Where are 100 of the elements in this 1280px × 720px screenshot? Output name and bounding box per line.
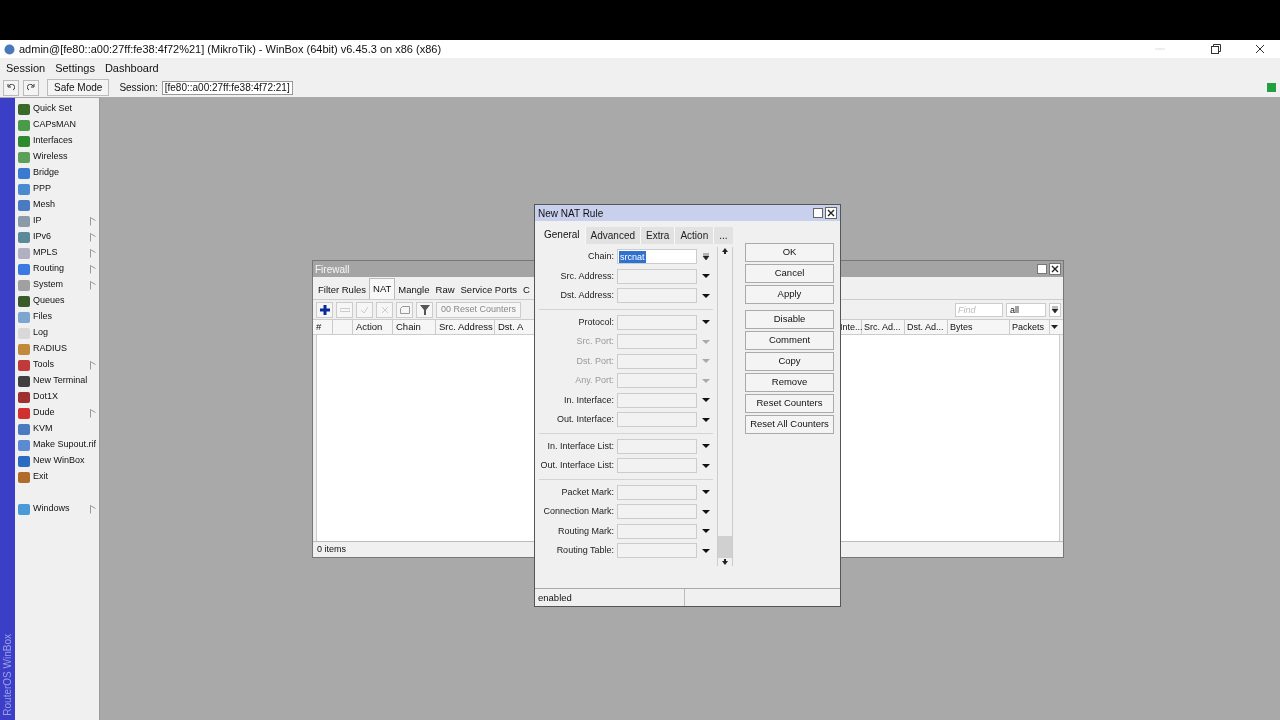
- maximize-icon[interactable]: [1210, 43, 1222, 55]
- undo-button[interactable]: [3, 79, 19, 96]
- sidebar-item[interactable]: New WinBox: [15, 453, 99, 469]
- scrollbar[interactable]: [717, 247, 733, 566]
- filter-field[interactable]: all: [1006, 302, 1046, 317]
- app-icon: [4, 43, 15, 55]
- tab[interactable]: ...: [713, 227, 733, 244]
- check-icon: [360, 305, 369, 314]
- input-field[interactable]: [617, 438, 697, 454]
- dialog-button[interactable]: Copy: [745, 352, 834, 371]
- dialog-button[interactable]: Cancel: [745, 264, 834, 283]
- sidebar-item[interactable]: Files: [15, 309, 99, 325]
- dialog-button[interactable]: Disable: [745, 310, 834, 329]
- dialog-button[interactable]: Comment: [745, 331, 834, 350]
- input-field[interactable]: [617, 543, 697, 559]
- sidebar-item[interactable]: RADIUS: [15, 341, 99, 357]
- sidebar-item[interactable]: IPv6: [15, 229, 99, 245]
- sidebar-item[interactable]: System: [15, 277, 99, 293]
- input-field[interactable]: [617, 353, 697, 369]
- add-button[interactable]: [316, 301, 333, 318]
- sidebar-item[interactable]: Dude: [15, 405, 99, 421]
- sidebar-item[interactable]: Wireless: [15, 149, 99, 165]
- sidebar-item[interactable]: IP: [15, 213, 99, 229]
- input-field[interactable]: [617, 288, 697, 304]
- column-header[interactable]: Src. Ad...: [862, 320, 905, 334]
- undo-icon: [7, 83, 15, 92]
- column-header[interactable]: Bytes: [948, 320, 1010, 334]
- dialog-button[interactable]: Apply: [745, 285, 834, 304]
- input-field[interactable]: [617, 484, 697, 500]
- redo-button[interactable]: [23, 79, 39, 96]
- minus-icon: [339, 307, 350, 312]
- sidebar-item[interactable]: Routing: [15, 261, 99, 277]
- column-header[interactable]: Dst. Ad...: [905, 320, 948, 334]
- reset-counters-button[interactable]: 00 Reset Counters: [436, 301, 522, 318]
- tab[interactable]: Action: [674, 227, 714, 244]
- tab[interactable]: NAT: [369, 278, 396, 299]
- input-field[interactable]: [617, 523, 697, 539]
- field-label: Dst. Address:: [559, 289, 615, 302]
- input-field[interactable]: [617, 504, 697, 520]
- dialog-button[interactable]: Remove: [745, 373, 834, 392]
- input-field[interactable]: srcnat: [617, 249, 697, 265]
- sidebar-item[interactable]: MPLS: [15, 245, 99, 261]
- dropdown-icon[interactable]: [701, 251, 711, 262]
- sidebar-item[interactable]: Windows: [15, 501, 99, 517]
- tab[interactable]: C: [520, 281, 533, 299]
- find-field[interactable]: Find: [955, 302, 1003, 317]
- sidebar-item[interactable]: PPP: [15, 181, 99, 197]
- maximize-icon[interactable]: [812, 207, 824, 219]
- tab[interactable]: Raw: [432, 281, 458, 299]
- safe-mode-button[interactable]: Safe Mode: [47, 79, 110, 96]
- close-icon[interactable]: [1049, 263, 1061, 275]
- dialog-button[interactable]: Reset Counters: [745, 394, 834, 413]
- column-header[interactable]: Packets: [1010, 320, 1050, 334]
- scroll-down-icon[interactable]: [721, 558, 729, 566]
- sidebar-item[interactable]: KVM: [15, 421, 99, 437]
- sidebar-item[interactable]: New Terminal: [15, 373, 99, 389]
- input-field[interactable]: [617, 412, 697, 428]
- input-field[interactable]: [617, 314, 697, 330]
- sidebar-item[interactable]: Quick Set: [15, 101, 99, 117]
- tab[interactable]: Mangle: [395, 281, 433, 299]
- scroll-thumb[interactable]: [718, 536, 732, 558]
- sidebar-item[interactable]: Mesh: [15, 197, 99, 213]
- note-icon: [399, 305, 410, 314]
- submenu-arrow-icon: [90, 280, 96, 290]
- sidebar-item[interactable]: Log: [15, 325, 99, 341]
- field-label: In. Interface List:: [546, 439, 615, 453]
- dropdown-icon[interactable]: [1049, 302, 1061, 317]
- tab[interactable]: Filter Rules: [315, 281, 370, 299]
- sidebar-item[interactable]: Make Supout.rif: [15, 437, 99, 453]
- sidebar-item[interactable]: CAPsMAN: [15, 117, 99, 133]
- tab[interactable]: Service Ports: [457, 281, 521, 299]
- column-header[interactable]: #: [313, 320, 333, 334]
- column-header[interactable]: Src. Address: [436, 320, 495, 334]
- close-icon[interactable]: [1254, 43, 1266, 55]
- sidebar-item[interactable]: Queues: [15, 293, 99, 309]
- menu-item[interactable]: Settings: [55, 59, 95, 77]
- sidebar-item[interactable]: Dot1X: [15, 389, 99, 405]
- sidebar-item[interactable]: Bridge: [15, 165, 99, 181]
- tab[interactable]: Extra: [640, 227, 675, 244]
- menu-item[interactable]: Dashboard: [104, 59, 159, 77]
- input-field[interactable]: [617, 392, 697, 408]
- field-label: Out. Interface:: [555, 413, 615, 426]
- dialog-button[interactable]: Reset All Counters: [745, 415, 834, 434]
- input-field[interactable]: [617, 334, 697, 350]
- sidebar-item[interactable]: Interfaces: [15, 133, 99, 149]
- filter-button[interactable]: [416, 301, 433, 318]
- field-label: Protocol:: [577, 315, 615, 329]
- field-label: Dst. Port:: [575, 354, 615, 368]
- column-header[interactable]: Chain: [393, 320, 436, 334]
- tab[interactable]: Advanced: [584, 227, 641, 244]
- dialog-button[interactable]: OK: [745, 243, 834, 262]
- scroll-up-icon[interactable]: [721, 247, 729, 255]
- column-header[interactable]: Action: [353, 320, 393, 334]
- menu-item[interactable]: Session: [6, 59, 46, 77]
- input-field[interactable]: [617, 268, 697, 284]
- close-icon[interactable]: [825, 207, 837, 219]
- input-field[interactable]: [617, 458, 697, 474]
- input-field[interactable]: [617, 373, 697, 389]
- sidebar-item[interactable]: Tools: [15, 357, 99, 373]
- sidebar-item[interactable]: Exit: [15, 469, 99, 485]
